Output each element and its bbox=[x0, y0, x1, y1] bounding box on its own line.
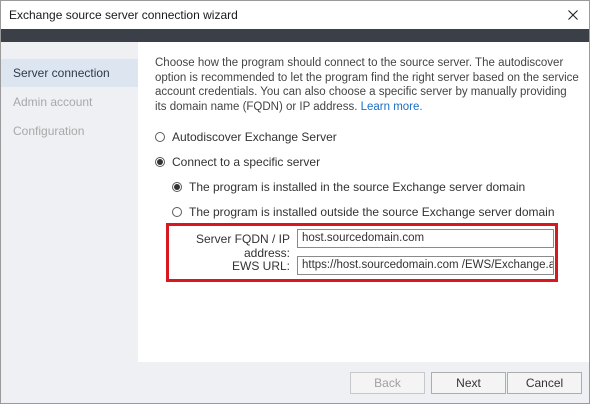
back-button[interactable]: Back bbox=[350, 372, 425, 394]
sidebar-item-admin-account[interactable]: Admin account bbox=[1, 88, 138, 116]
next-button[interactable]: Next bbox=[431, 372, 506, 394]
main-content: Choose how the program should connect to… bbox=[138, 42, 589, 362]
radio-label: The program is installed in the source E… bbox=[189, 180, 526, 194]
radio-label: Autodiscover Exchange Server bbox=[172, 130, 337, 144]
sidebar-item-configuration[interactable]: Configuration bbox=[1, 117, 138, 145]
wizard-window: Exchange source server connection wizard… bbox=[0, 0, 590, 404]
radio-installed-in-domain[interactable]: The program is installed in the source E… bbox=[172, 180, 525, 194]
radio-dot-icon bbox=[174, 184, 180, 190]
server-fqdn-input[interactable]: host.sourcedomain.com bbox=[297, 229, 554, 248]
radio-button-unselected[interactable] bbox=[155, 132, 165, 142]
radio-label: Connect to a specific server bbox=[172, 155, 321, 169]
sidebar-item-label: Server connection bbox=[13, 66, 110, 80]
cancel-button[interactable]: Cancel bbox=[507, 372, 582, 394]
sidebar-item-label: Admin account bbox=[13, 95, 93, 109]
sidebar-item-server-connection[interactable]: Server connection bbox=[1, 59, 138, 87]
learn-more-link[interactable]: Learn more. bbox=[361, 101, 423, 113]
intro-description: Choose how the program should connect to… bbox=[155, 56, 580, 114]
radio-button-selected[interactable] bbox=[172, 182, 182, 192]
ews-url-input[interactable]: https://host.sourcedomain.com /EWS/Excha… bbox=[297, 256, 554, 275]
radio-button-unselected[interactable] bbox=[172, 207, 182, 217]
ews-url-label: EWS URL: bbox=[231, 259, 290, 273]
server-fqdn-label: Server FQDN / IP address: bbox=[195, 232, 290, 260]
title-bar: Exchange source server connection wizard bbox=[1, 1, 589, 29]
radio-connect-specific-server[interactable]: Connect to a specific server bbox=[155, 155, 320, 169]
header-band bbox=[1, 29, 589, 42]
window-title: Exchange source server connection wizard bbox=[9, 8, 238, 22]
radio-label: The program is installed outside the sou… bbox=[189, 205, 555, 219]
radio-installed-outside-domain[interactable]: The program is installed outside the sou… bbox=[172, 205, 555, 219]
close-icon bbox=[568, 10, 578, 20]
radio-button-selected[interactable] bbox=[155, 157, 165, 167]
wizard-footer: Back Next Cancel bbox=[1, 362, 589, 403]
radio-autodiscover[interactable]: Autodiscover Exchange Server bbox=[155, 130, 337, 144]
wizard-steps-sidebar: Server connection Admin account Configur… bbox=[1, 42, 138, 362]
close-button[interactable] bbox=[561, 3, 585, 27]
sidebar-item-label: Configuration bbox=[13, 124, 85, 138]
radio-dot-icon bbox=[157, 159, 163, 165]
